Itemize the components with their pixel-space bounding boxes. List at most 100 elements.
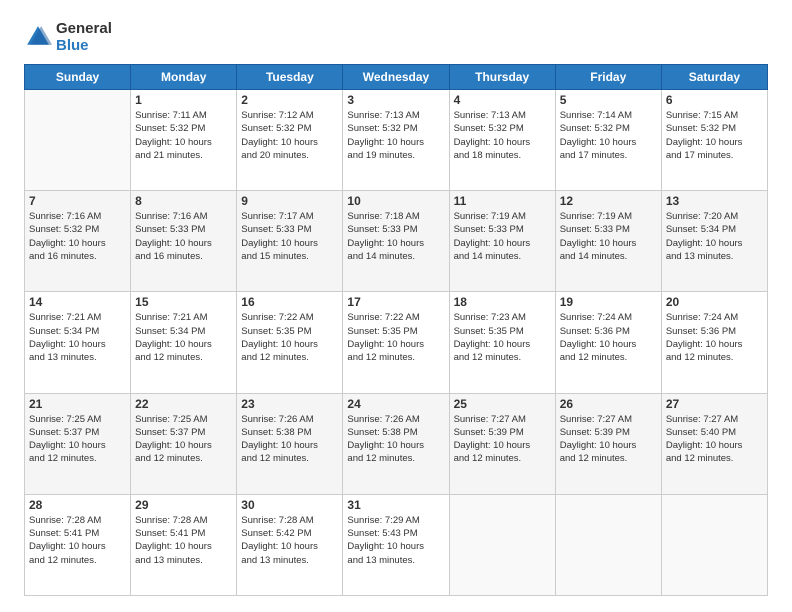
day-number: 2 bbox=[241, 93, 338, 107]
calendar-col-header-tuesday: Tuesday bbox=[237, 65, 343, 90]
logo-text: General Blue bbox=[56, 20, 112, 54]
day-number: 5 bbox=[560, 93, 657, 107]
day-info: Sunrise: 7:28 AM Sunset: 5:41 PM Dayligh… bbox=[29, 514, 126, 567]
day-number: 10 bbox=[347, 194, 444, 208]
day-number: 18 bbox=[454, 295, 551, 309]
day-number: 15 bbox=[135, 295, 232, 309]
calendar-col-header-wednesday: Wednesday bbox=[343, 65, 449, 90]
calendar-cell: 25 Sunrise: 7:27 AM Sunset: 5:39 PM Dayli… bbox=[449, 393, 555, 494]
day-number: 9 bbox=[241, 194, 338, 208]
calendar-cell: 7 Sunrise: 7:16 AM Sunset: 5:32 PM Daylig… bbox=[25, 191, 131, 292]
day-info: Sunrise: 7:13 AM Sunset: 5:32 PM Dayligh… bbox=[347, 109, 444, 162]
day-info: Sunrise: 7:22 AM Sunset: 5:35 PM Dayligh… bbox=[347, 311, 444, 364]
day-info: Sunrise: 7:26 AM Sunset: 5:38 PM Dayligh… bbox=[347, 413, 444, 466]
calendar-cell: 21Sunrise: 7:25 AM Sunset: 5:37 PM Dayli… bbox=[25, 393, 131, 494]
calendar-cell: 18 Sunrise: 7:23 AM Sunset: 5:35 PM Dayli… bbox=[449, 292, 555, 393]
calendar-cell: 24 Sunrise: 7:26 AM Sunset: 5:38 PM Dayli… bbox=[343, 393, 449, 494]
calendar-week-row: 1 Sunrise: 7:11 AM Sunset: 5:32 PM Daylig… bbox=[25, 90, 768, 191]
calendar-week-row: 28 Sunrise: 7:28 AM Sunset: 5:41 PM Dayli… bbox=[25, 494, 768, 595]
day-info: Sunrise: 7:15 AM Sunset: 5:32 PM Dayligh… bbox=[666, 109, 763, 162]
day-info: Sunrise: 7:25 AM Sunset: 5:37 PM Dayligh… bbox=[29, 413, 126, 466]
day-info: Sunrise: 7:16 AM Sunset: 5:32 PM Dayligh… bbox=[29, 210, 126, 263]
day-number: 29 bbox=[135, 498, 232, 512]
day-number: 30 bbox=[241, 498, 338, 512]
day-number: 22 bbox=[135, 397, 232, 411]
day-number: 16 bbox=[241, 295, 338, 309]
day-number: 13 bbox=[666, 194, 763, 208]
calendar-cell: 15 Sunrise: 7:21 AM Sunset: 5:34 PM Dayli… bbox=[131, 292, 237, 393]
day-info: Sunrise: 7:19 AM Sunset: 5:33 PM Dayligh… bbox=[560, 210, 657, 263]
day-number: 28 bbox=[29, 498, 126, 512]
calendar-cell: 11 Sunrise: 7:19 AM Sunset: 5:33 PM Dayli… bbox=[449, 191, 555, 292]
calendar-cell: 2 Sunrise: 7:12 AM Sunset: 5:32 PM Daylig… bbox=[237, 90, 343, 191]
calendar-col-header-thursday: Thursday bbox=[449, 65, 555, 90]
calendar-cell: 8 Sunrise: 7:16 AM Sunset: 5:33 PM Daylig… bbox=[131, 191, 237, 292]
calendar-cell bbox=[25, 90, 131, 191]
day-info: Sunrise: 7:18 AM Sunset: 5:33 PM Dayligh… bbox=[347, 210, 444, 263]
day-info: Sunrise: 7:27 AM Sunset: 5:39 PM Dayligh… bbox=[454, 413, 551, 466]
day-info: Sunrise: 7:16 AM Sunset: 5:33 PM Dayligh… bbox=[135, 210, 232, 263]
day-info: Sunrise: 7:27 AM Sunset: 5:39 PM Dayligh… bbox=[560, 413, 657, 466]
calendar-col-header-saturday: Saturday bbox=[661, 65, 767, 90]
day-number: 31 bbox=[347, 498, 444, 512]
day-number: 4 bbox=[454, 93, 551, 107]
logo: General Blue bbox=[24, 20, 112, 54]
day-info: Sunrise: 7:21 AM Sunset: 5:34 PM Dayligh… bbox=[135, 311, 232, 364]
calendar-cell: 27 Sunrise: 7:27 AM Sunset: 5:40 PM Dayli… bbox=[661, 393, 767, 494]
calendar-cell bbox=[555, 494, 661, 595]
day-info: Sunrise: 7:24 AM Sunset: 5:36 PM Dayligh… bbox=[560, 311, 657, 364]
calendar-cell bbox=[449, 494, 555, 595]
calendar-week-row: 7 Sunrise: 7:16 AM Sunset: 5:32 PM Daylig… bbox=[25, 191, 768, 292]
day-info: Sunrise: 7:28 AM Sunset: 5:41 PM Dayligh… bbox=[135, 514, 232, 567]
day-number: 24 bbox=[347, 397, 444, 411]
calendar-cell: 5 Sunrise: 7:14 AM Sunset: 5:32 PM Daylig… bbox=[555, 90, 661, 191]
day-info: Sunrise: 7:17 AM Sunset: 5:33 PM Dayligh… bbox=[241, 210, 338, 263]
calendar-cell: 4 Sunrise: 7:13 AM Sunset: 5:32 PM Daylig… bbox=[449, 90, 555, 191]
day-info: Sunrise: 7:11 AM Sunset: 5:32 PM Dayligh… bbox=[135, 109, 232, 162]
day-number: 1 bbox=[135, 93, 232, 107]
calendar-cell: 17 Sunrise: 7:22 AM Sunset: 5:35 PM Dayli… bbox=[343, 292, 449, 393]
day-number: 27 bbox=[666, 397, 763, 411]
calendar-cell: 29 Sunrise: 7:28 AM Sunset: 5:41 PM Dayli… bbox=[131, 494, 237, 595]
day-number: 20 bbox=[666, 295, 763, 309]
day-number: 11 bbox=[454, 194, 551, 208]
day-info: Sunrise: 7:14 AM Sunset: 5:32 PM Dayligh… bbox=[560, 109, 657, 162]
logo-icon bbox=[24, 23, 52, 51]
calendar-cell: 12 Sunrise: 7:19 AM Sunset: 5:33 PM Dayli… bbox=[555, 191, 661, 292]
calendar-cell: 3 Sunrise: 7:13 AM Sunset: 5:32 PM Daylig… bbox=[343, 90, 449, 191]
day-info: Sunrise: 7:25 AM Sunset: 5:37 PM Dayligh… bbox=[135, 413, 232, 466]
day-number: 17 bbox=[347, 295, 444, 309]
day-info: Sunrise: 7:27 AM Sunset: 5:40 PM Dayligh… bbox=[666, 413, 763, 466]
page: General Blue SundayMondayTuesdayWednesda… bbox=[0, 0, 792, 612]
calendar-cell: 22 Sunrise: 7:25 AM Sunset: 5:37 PM Dayli… bbox=[131, 393, 237, 494]
day-number: 8 bbox=[135, 194, 232, 208]
day-info: Sunrise: 7:23 AM Sunset: 5:35 PM Dayligh… bbox=[454, 311, 551, 364]
calendar-cell: 19 Sunrise: 7:24 AM Sunset: 5:36 PM Dayli… bbox=[555, 292, 661, 393]
calendar-cell: 6 Sunrise: 7:15 AM Sunset: 5:32 PM Daylig… bbox=[661, 90, 767, 191]
day-info: Sunrise: 7:28 AM Sunset: 5:42 PM Dayligh… bbox=[241, 514, 338, 567]
day-number: 14 bbox=[29, 295, 126, 309]
day-info: Sunrise: 7:13 AM Sunset: 5:32 PM Dayligh… bbox=[454, 109, 551, 162]
day-info: Sunrise: 7:20 AM Sunset: 5:34 PM Dayligh… bbox=[666, 210, 763, 263]
calendar-cell: 13 Sunrise: 7:20 AM Sunset: 5:34 PM Dayli… bbox=[661, 191, 767, 292]
day-number: 19 bbox=[560, 295, 657, 309]
calendar-cell: 26Sunrise: 7:27 AM Sunset: 5:39 PM Dayli… bbox=[555, 393, 661, 494]
day-number: 6 bbox=[666, 93, 763, 107]
calendar-cell bbox=[661, 494, 767, 595]
day-info: Sunrise: 7:22 AM Sunset: 5:35 PM Dayligh… bbox=[241, 311, 338, 364]
day-number: 7 bbox=[29, 194, 126, 208]
day-number: 12 bbox=[560, 194, 657, 208]
day-info: Sunrise: 7:12 AM Sunset: 5:32 PM Dayligh… bbox=[241, 109, 338, 162]
calendar-cell: 14Sunrise: 7:21 AM Sunset: 5:34 PM Dayli… bbox=[25, 292, 131, 393]
day-info: Sunrise: 7:24 AM Sunset: 5:36 PM Dayligh… bbox=[666, 311, 763, 364]
calendar-cell: 20 Sunrise: 7:24 AM Sunset: 5:36 PM Dayli… bbox=[661, 292, 767, 393]
calendar-cell: 28 Sunrise: 7:28 AM Sunset: 5:41 PM Dayli… bbox=[25, 494, 131, 595]
day-info: Sunrise: 7:19 AM Sunset: 5:33 PM Dayligh… bbox=[454, 210, 551, 263]
day-number: 3 bbox=[347, 93, 444, 107]
header: General Blue bbox=[24, 20, 768, 54]
calendar-cell: 30 Sunrise: 7:28 AM Sunset: 5:42 PM Dayli… bbox=[237, 494, 343, 595]
day-number: 25 bbox=[454, 397, 551, 411]
calendar-week-row: 14 Sunrise: 7:21 AM Sunset: 5:34 PM Dayli… bbox=[25, 292, 768, 393]
calendar-col-header-friday: Friday bbox=[555, 65, 661, 90]
calendar-cell: 1 Sunrise: 7:11 AM Sunset: 5:32 PM Daylig… bbox=[131, 90, 237, 191]
